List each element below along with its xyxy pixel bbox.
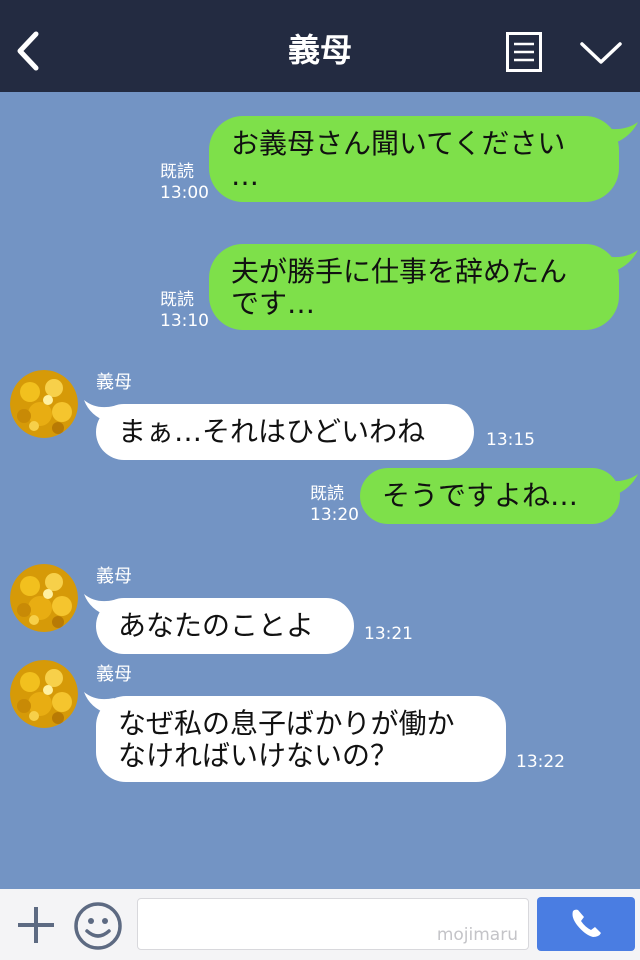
add-button[interactable] bbox=[14, 903, 58, 947]
message-line: まぁ…それはひどいわね bbox=[118, 415, 426, 448]
incoming-message[interactable]: あなたのことよ bbox=[96, 598, 354, 654]
phone-icon bbox=[572, 909, 601, 937]
input-bar: mojimaru bbox=[0, 889, 640, 960]
read-status: 既読 13:10 bbox=[160, 290, 209, 332]
watermark-text: mojimaru bbox=[436, 925, 518, 945]
chat-header: 義母 bbox=[0, 0, 640, 92]
menu-list-icon bbox=[506, 32, 542, 72]
message-line: 夫が勝手に仕事を辞めたん bbox=[231, 255, 568, 288]
bubble-tail bbox=[604, 474, 638, 496]
message-input[interactable]: mojimaru bbox=[137, 898, 529, 950]
read-status: 既読 13:00 bbox=[160, 162, 209, 204]
menu-button[interactable] bbox=[506, 32, 542, 72]
outgoing-message[interactable]: 夫が勝手に仕事を辞めたん です… bbox=[209, 244, 619, 330]
message-line: あなたのことよ bbox=[118, 609, 315, 642]
call-button[interactable] bbox=[537, 897, 635, 951]
bubble-tail bbox=[604, 122, 638, 144]
plus-icon bbox=[18, 907, 54, 943]
message-time: 13:22 bbox=[516, 752, 565, 772]
chevron-down-icon bbox=[580, 42, 622, 64]
read-status: 既読 13:20 bbox=[310, 484, 359, 526]
chat-area[interactable]: 既読 13:00 お義母さん聞いてください … 既読 13:10 夫が勝手に仕事… bbox=[0, 92, 640, 889]
expand-button[interactable] bbox=[578, 38, 624, 68]
outgoing-message[interactable]: お義母さん聞いてください … bbox=[209, 116, 619, 202]
bubble-tail bbox=[604, 250, 638, 272]
avatar-image-icon bbox=[10, 660, 78, 728]
message-line: お義母さん聞いてください bbox=[231, 127, 566, 160]
sender-name: 義母 bbox=[96, 664, 132, 685]
message-line: なぜ私の息子ばかりが働か bbox=[118, 707, 455, 740]
message-time: 13:20 bbox=[310, 505, 359, 525]
sender-name: 義母 bbox=[96, 566, 132, 587]
smiley-icon bbox=[74, 902, 122, 950]
message-line: そうですよね… bbox=[382, 479, 579, 512]
avatar-image-icon bbox=[10, 564, 78, 632]
message-time: 13:21 bbox=[364, 624, 413, 644]
message-time: 13:15 bbox=[486, 430, 535, 450]
message-line: です… bbox=[231, 287, 316, 320]
avatar[interactable] bbox=[10, 564, 78, 632]
read-label: 既読 bbox=[160, 290, 194, 310]
read-label: 既読 bbox=[160, 162, 194, 182]
message-time: 13:10 bbox=[160, 311, 209, 331]
emoji-button[interactable] bbox=[73, 901, 123, 951]
incoming-message[interactable]: なぜ私の息子ばかりが働か なければいけないの？ bbox=[96, 696, 506, 782]
avatar[interactable] bbox=[10, 370, 78, 438]
message-line: なければいけないの？ bbox=[118, 739, 399, 772]
outgoing-message[interactable]: そうですよね… bbox=[360, 468, 620, 524]
chat-title: 義母 bbox=[287, 31, 352, 69]
sender-name: 義母 bbox=[96, 372, 132, 393]
read-label: 既読 bbox=[310, 484, 344, 504]
incoming-message[interactable]: まぁ…それはひどいわね bbox=[96, 404, 474, 460]
avatar-image-icon bbox=[10, 370, 78, 438]
message-line: … bbox=[231, 159, 259, 192]
avatar[interactable] bbox=[10, 660, 78, 728]
message-time: 13:00 bbox=[160, 183, 209, 203]
